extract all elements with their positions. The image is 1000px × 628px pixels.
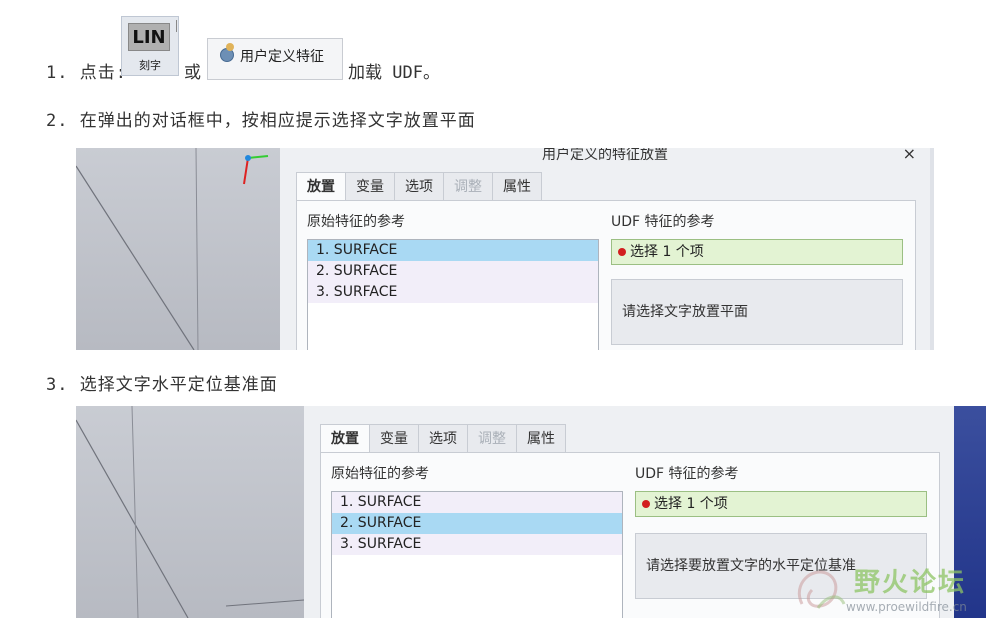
tab-properties[interactable]: 属性 — [516, 424, 566, 452]
selection-prompt: 请选择文字放置平面 — [611, 279, 903, 345]
dialog-title: 用户定义的特征放置 — [542, 148, 668, 163]
step-1-or: 或 — [184, 63, 201, 83]
selection-status-text: 选择 1 个项 — [654, 496, 728, 512]
toolbar-divider — [176, 20, 179, 32]
watermark: 野火论坛 www.proewildfire.cn — [790, 556, 1000, 628]
selection-status[interactable]: 选择 1 个项 — [635, 491, 927, 517]
list-item[interactable]: 1. SURFACE — [308, 240, 598, 261]
udf-button-label: 用户定义特征 — [240, 49, 324, 65]
list-item[interactable]: 3. SURFACE — [308, 282, 598, 303]
step-1-prefix: 1. 点击: — [46, 63, 127, 83]
dialog-screenshot-1: 用户定义的特征放置 × 放置 变量 选项 调整 属性 原始特征的参考 UDF 特… — [76, 148, 934, 350]
model-viewport — [76, 406, 305, 618]
viewport-geometry — [76, 406, 305, 618]
watermark-title: 野火论坛 — [854, 568, 967, 598]
selection-status[interactable]: 选择 1 个项 — [611, 239, 903, 265]
udf-refs-label: UDF 特征的参考 — [611, 214, 715, 230]
lin-engrave-button[interactable]: LIN 刻字 — [121, 16, 179, 76]
udf-placement-dialog: 用户定义的特征放置 × 放置 变量 选项 调整 属性 原始特征的参考 UDF 特… — [280, 148, 930, 350]
original-refs-list[interactable]: 1. SURFACE 2. SURFACE 3. SURFACE — [331, 491, 623, 618]
viewport-geometry — [76, 148, 269, 350]
placement-panel: 原始特征的参考 UDF 特征的参考 1. SURFACE 2. SURFACE … — [296, 200, 916, 350]
original-refs-list[interactable]: 1. SURFACE 2. SURFACE 3. SURFACE — [307, 239, 599, 350]
tab-adjust: 调整 — [467, 424, 517, 452]
original-refs-label: 原始特征的参考 — [307, 214, 405, 230]
tab-options[interactable]: 选项 — [394, 172, 444, 200]
step-3-text: 3. 选择文字水平定位基准面 — [46, 375, 278, 395]
user-defined-feature-button[interactable]: 用户定义特征 — [207, 38, 343, 80]
list-item[interactable]: 2. SURFACE — [308, 261, 598, 282]
step-2-text: 2. 在弹出的对话框中，按相应提示选择文字放置平面 — [46, 111, 476, 131]
udf-refs-label: UDF 特征的参考 — [635, 466, 739, 482]
tab-adjust: 调整 — [443, 172, 493, 200]
watermark-logo-icon — [797, 570, 846, 609]
list-item[interactable]: 1. SURFACE — [332, 492, 622, 513]
close-icon[interactable]: × — [903, 148, 916, 163]
lin-button-label: 刻字 — [139, 59, 161, 72]
tab-placement[interactable]: 放置 — [296, 172, 346, 200]
tab-options[interactable]: 选项 — [418, 424, 468, 452]
watermark-url: www.proewildfire.cn — [846, 600, 967, 614]
original-refs-label: 原始特征的参考 — [331, 466, 429, 482]
list-item[interactable]: 2. SURFACE — [332, 513, 622, 534]
tab-variables[interactable]: 变量 — [345, 172, 395, 200]
tab-properties[interactable]: 属性 — [492, 172, 542, 200]
step-1-suffix: 加载 UDF。 — [348, 63, 440, 83]
list-item[interactable]: 3. SURFACE — [332, 534, 622, 555]
lin-icon: LIN — [128, 23, 170, 51]
status-dot-icon — [618, 248, 626, 256]
selection-status-text: 选择 1 个项 — [630, 244, 704, 260]
status-dot-icon — [642, 500, 650, 508]
tab-placement[interactable]: 放置 — [320, 424, 370, 452]
model-viewport — [76, 148, 280, 350]
tab-variables[interactable]: 变量 — [369, 424, 419, 452]
udf-icon-accent — [226, 43, 234, 51]
